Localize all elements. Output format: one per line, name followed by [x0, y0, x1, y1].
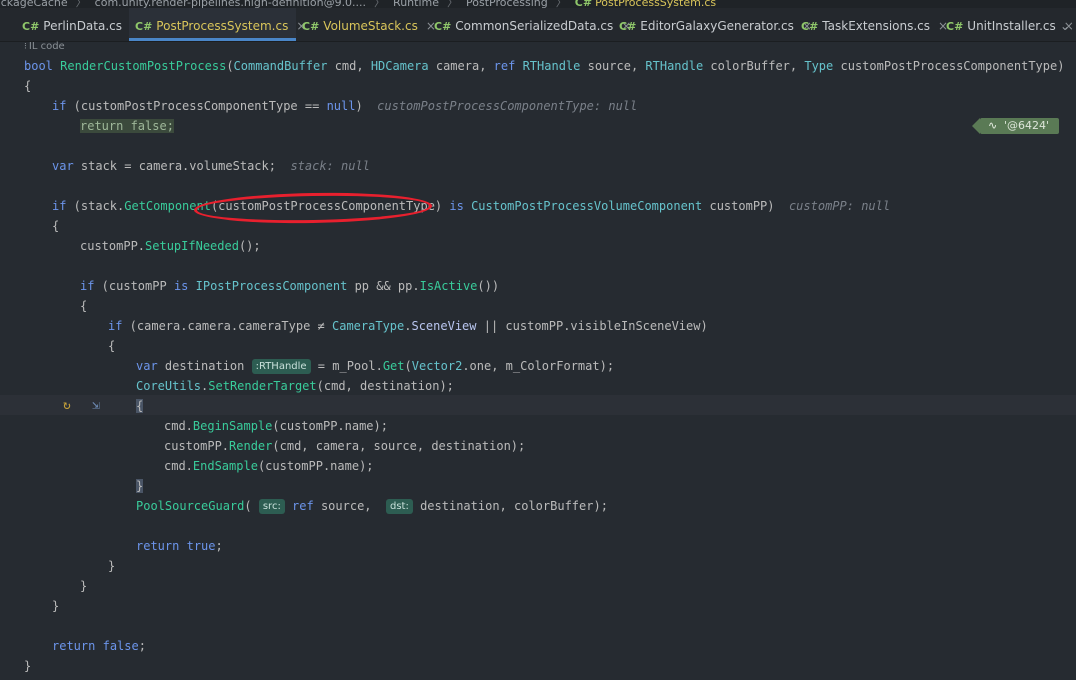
code-line: {: [52, 219, 60, 233]
current-line-highlight: [0, 395, 1076, 415]
code-line-execution-point: return false;: [80, 119, 174, 133]
code-line: }: [52, 599, 60, 613]
code-line: if (camera.camera.cameraType ≠ CameraTyp…: [108, 319, 708, 333]
breadcrumb-item[interactable]: ackageCache: [0, 0, 68, 8]
tab-taskextensions[interactable]: C# TaskExtensions.cs ×: [795, 8, 948, 41]
code-line: customPP.Render(cmd, camera, source, des…: [164, 439, 526, 453]
parameter-hint-badge: dst:: [385, 499, 413, 514]
debug-value-tag[interactable]: ∿ '@6424': [971, 118, 1060, 134]
code-line: }: [80, 579, 88, 593]
code-line-current: {: [136, 399, 144, 413]
csharp-file-icon: C#: [801, 20, 819, 33]
code-line: if (customPostProcessComponentType == nu…: [52, 99, 638, 113]
breadcrumb: ackageCache 〉 com.unity.render-pipelines.h…: [0, 0, 1076, 8]
breadcrumb-item[interactable]: Runtime: [393, 0, 439, 8]
csharp-file-icon: C#: [434, 20, 452, 33]
code-lens-il-code[interactable]: ⁝ IL code: [24, 41, 65, 52]
code-line: cmd.BeginSample(customPP.name);: [164, 419, 388, 433]
code-line: customPP.SetupIfNeeded();: [80, 239, 261, 253]
code-line: cmd.EndSample(customPP.name);: [164, 459, 374, 473]
inline-debug-hint: customPostProcessComponentType: null: [377, 99, 638, 113]
tab-editorgalaxygenerator[interactable]: C# EditorGalaxyGenerator.cs ×: [613, 8, 812, 41]
csharp-file-icon: C#: [302, 20, 320, 33]
il-code-icon: ⁝: [24, 42, 27, 52]
code-line: }: [136, 479, 144, 493]
csharp-file-icon: C#: [619, 20, 637, 33]
csharp-file-icon: C#: [946, 20, 964, 33]
code-line: }: [24, 659, 32, 673]
code-line: var destination :RTHandle = m_Pool.Get(V…: [136, 359, 615, 374]
debug-value-icon: ∿: [988, 119, 998, 132]
csharp-file-icon: C#: [22, 20, 40, 33]
csharp-file-icon: C#: [574, 0, 593, 8]
editor-tab-bar: C#PerlinData.cs× C#PostProcessSystem.cs×…: [0, 8, 1076, 42]
tab-overflow-icon[interactable]: ⌄: [1060, 8, 1070, 44]
code-line: CoreUtils.SetRenderTarget(cmd, destinati…: [136, 379, 454, 393]
tab-postprocesssystem[interactable]: C# PostProcessSystem.cs ×: [129, 8, 306, 41]
code-line: var stack = camera.volumeStack; stack: n…: [52, 159, 370, 173]
tab-unitinstaller[interactable]: C# UnitInstaller.cs ×: [940, 8, 1074, 41]
code-line: {: [108, 339, 116, 353]
csharp-file-icon: C#: [135, 20, 153, 33]
code-editor[interactable]: ⁝ IL code bool RenderCustomPostProcess(Co…: [0, 41, 1076, 680]
code-line: if (stack.GetComponent(customPostProcess…: [52, 199, 891, 213]
code-line: return true;: [136, 539, 223, 553]
inline-debug-hint: stack: null: [290, 159, 370, 173]
breadcrumb-item[interactable]: com.unity.render-pipelines.high-definiti…: [95, 0, 366, 8]
code-line: return false;: [52, 639, 146, 653]
type-hint-badge: :RTHandle: [251, 359, 311, 374]
run-to-cursor-icon[interactable]: ↻: [63, 398, 71, 413]
code-line: {: [80, 299, 88, 313]
tab-commonserializeddata[interactable]: C# CommonSerializedData.cs ×: [428, 8, 631, 41]
code-line: {: [24, 79, 32, 93]
code-line: bool RenderCustomPostProcess(CommandBuff…: [24, 59, 1065, 73]
tab-perlindata[interactable]: C#PerlinData.cs×: [16, 8, 140, 41]
code-line: }: [108, 559, 116, 573]
tab-volumestack[interactable]: C# VolumeStack.cs ×: [296, 8, 436, 41]
set-next-statement-icon[interactable]: ⇲: [92, 398, 100, 413]
breadcrumb-item[interactable]: PostProcessing: [466, 0, 548, 8]
inline-debug-hint: customPP: null: [788, 199, 891, 213]
parameter-hint-badge: src:: [258, 499, 285, 514]
breadcrumb-current-file[interactable]: PostProcessSystem.cs: [595, 0, 716, 8]
code-line: if (customPP is IPostProcessComponent pp…: [80, 279, 500, 293]
code-line: PoolSourceGuard( src: ref source, dst: d…: [136, 499, 608, 514]
